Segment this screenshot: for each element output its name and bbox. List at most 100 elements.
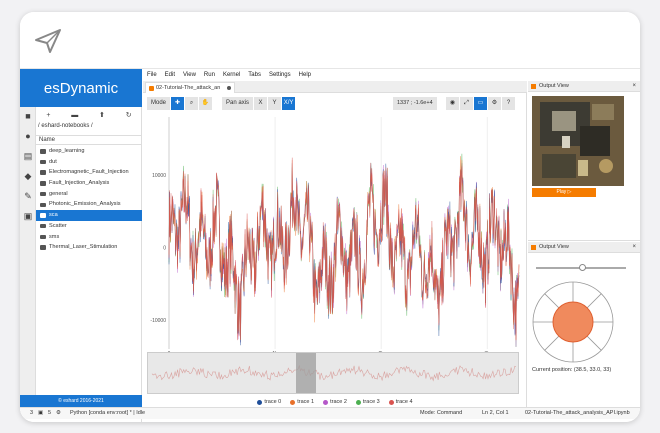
output-view-camera: Output View × Play ▷: [528, 81, 640, 241]
legend-item[interactable]: trace 2: [323, 399, 347, 405]
new-folder-icon[interactable]: ▬: [71, 112, 78, 119]
menu-run[interactable]: Run: [204, 72, 215, 78]
list-item[interactable]: dut: [36, 157, 142, 168]
legend-item[interactable]: trace 4: [388, 399, 413, 405]
file-browser-toolbar: + ▬ ⬆ ↻: [36, 109, 142, 121]
wrench-icon[interactable]: ✎: [23, 191, 33, 201]
legend-item[interactable]: trace 0: [257, 399, 281, 405]
tabs-icon[interactable]: ▣: [23, 211, 33, 221]
file-name: sca: [49, 212, 58, 219]
zoom-icon[interactable]: ⌕: [185, 97, 199, 110]
overview-selection[interactable]: [296, 353, 316, 393]
help-icon[interactable]: ?: [502, 97, 515, 110]
upload-icon[interactable]: ⬆: [99, 111, 105, 119]
play-button[interactable]: Play ▷: [532, 188, 596, 197]
commands-icon[interactable]: ▤: [23, 151, 33, 161]
menu-file[interactable]: File: [147, 72, 157, 78]
legend-item[interactable]: trace 1: [290, 399, 314, 405]
file-name: Electromagnetic_Fault_Injection: [49, 169, 129, 176]
output-icon: [531, 84, 536, 89]
list-item[interactable]: Thermal_Laser_Stimulation: [36, 242, 142, 253]
list-item[interactable]: Photonic_Emission_Analysis: [36, 199, 142, 210]
menu-kernel[interactable]: Kernel: [223, 72, 240, 78]
output-view-title: Output View: [539, 83, 569, 89]
file-name: dut: [49, 158, 57, 165]
menu-help[interactable]: Help: [299, 72, 311, 78]
eye-icon[interactable]: ◉: [446, 97, 459, 110]
column-header-name[interactable]: Name: [36, 135, 142, 145]
trace-plot[interactable]: 01k2k3k100000-10000: [143, 113, 527, 353]
cursor-status: Ln 2, Col 1: [482, 410, 509, 416]
tab-label: 02-Tutorial-The_attack_an: [156, 85, 221, 91]
expand-icon[interactable]: ⤢: [460, 97, 473, 110]
legend-label: trace 3: [362, 399, 380, 405]
file-name: Scatter: [49, 222, 67, 229]
menu-view[interactable]: View: [183, 72, 196, 78]
menu-settings[interactable]: Settings: [269, 72, 291, 78]
folder-icon: [40, 223, 46, 229]
pan-x-button[interactable]: X: [254, 97, 268, 110]
legend-item[interactable]: trace 3: [355, 399, 380, 405]
folder-icon: [40, 245, 46, 250]
legend-swatch: [355, 399, 361, 405]
list-item[interactable]: Fault_Injection_Analysis: [36, 178, 142, 189]
list-item[interactable]: sca: [36, 210, 142, 221]
legend-swatch: [290, 399, 296, 405]
status-count-b: 5: [48, 410, 52, 416]
running-icon[interactable]: ●: [23, 131, 33, 141]
list-item[interactable]: sms: [36, 232, 142, 243]
kernel-status[interactable]: Python [conda env:root] * | Idle: [70, 408, 145, 419]
pan-axis-label: Pan axis: [222, 97, 254, 110]
file-name: Photonic_Emission_Analysis: [49, 201, 121, 208]
breadcrumb[interactable]: / eshard-notebooks /: [38, 123, 93, 129]
series-line-3: [168, 153, 520, 348]
pan-y-button[interactable]: Y: [268, 97, 282, 110]
legend-swatch: [388, 399, 394, 405]
legend-label: trace 1: [297, 399, 315, 405]
list-item[interactable]: Electromagnetic_Fault_Injection: [36, 167, 142, 178]
brand-title: esDynamic: [20, 69, 142, 107]
crosshair-icon[interactable]: ✚: [171, 97, 185, 110]
close-icon[interactable]: ×: [632, 242, 636, 253]
y-tick-label: -10000: [150, 318, 166, 324]
plus-icon[interactable]: +: [46, 112, 50, 119]
file-name: general: [49, 190, 68, 197]
notebook-tab[interactable]: 02-Tutorial-The_attack_an: [145, 82, 235, 93]
notebook-icon: [149, 86, 154, 91]
menu-edit[interactable]: Edit: [165, 72, 175, 78]
refresh-icon[interactable]: ↻: [126, 111, 132, 119]
folder-icon: [40, 202, 46, 208]
right-panels: Output View × Play ▷ Output View × Curre…: [528, 81, 640, 407]
plot-toolbar: Mode ✚ ⌕ ✋ Pan axis X Y X/Y: [147, 97, 296, 110]
menu-tabs[interactable]: Tabs: [248, 72, 261, 78]
overview-strip[interactable]: [147, 352, 519, 394]
monitor-icon[interactable]: ▭: [474, 97, 487, 110]
overview-line: [151, 364, 517, 382]
list-item[interactable]: general: [36, 189, 142, 200]
folder-icon: [40, 213, 46, 218]
close-icon[interactable]: ×: [632, 81, 636, 92]
legend-swatch: [257, 399, 263, 405]
mode-status: Mode: Command: [420, 410, 463, 416]
list-item[interactable]: Scatter: [36, 221, 142, 232]
file-list: deep_learning dut Electromagnetic_Fault_In…: [36, 146, 142, 253]
file-name: sms: [49, 233, 60, 240]
direction-pad[interactable]: [531, 280, 615, 364]
close-icon[interactable]: [227, 86, 231, 90]
position-slider[interactable]: [536, 264, 626, 271]
list-item[interactable]: deep_learning: [36, 146, 142, 157]
slider-knob[interactable]: [579, 264, 586, 271]
palette-icon[interactable]: ◆: [23, 171, 33, 181]
gear-icon[interactable]: ⚙: [488, 97, 501, 110]
output-icon: [531, 245, 536, 250]
pan-xy-button[interactable]: X/Y: [282, 97, 296, 110]
hand-icon[interactable]: ✋: [199, 97, 213, 110]
jupyter-app: esDynamic ■ ● ▤ ◆ ✎ ▣ + ▬ ⬆ ↻ / eshard-n…: [20, 68, 640, 422]
current-position: Current position: (38.5, 33.0, 33): [532, 367, 612, 373]
top-band: [20, 12, 640, 68]
output-view-title: Output View: [539, 244, 569, 250]
legend-label: trace 0: [264, 399, 282, 405]
copyright: © eshard 2016-2021: [20, 395, 142, 407]
folder-icon[interactable]: ■: [23, 111, 33, 121]
chip-photo: [532, 96, 624, 186]
